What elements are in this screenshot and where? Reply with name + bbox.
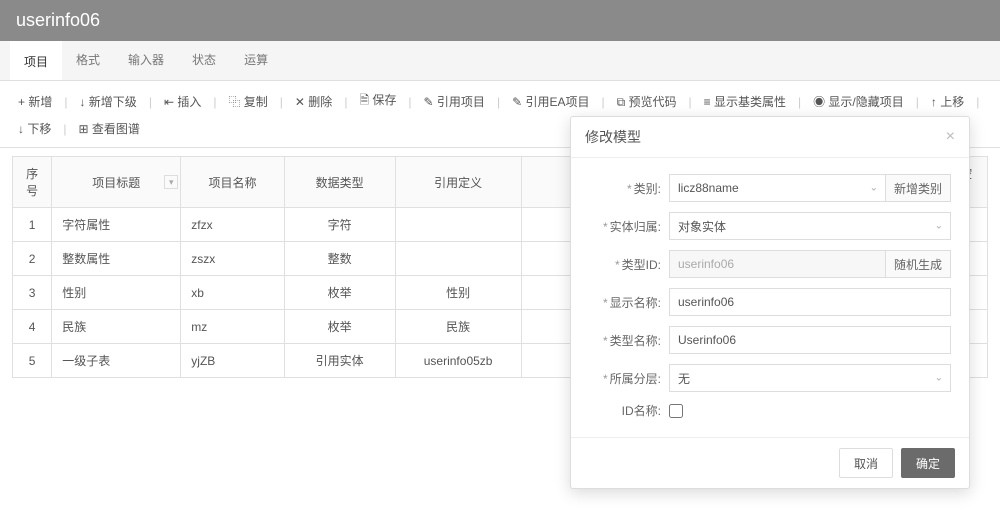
tab-0[interactable]: 项目 <box>10 41 62 80</box>
cell-name: yjZB <box>181 344 284 378</box>
idname-checkbox[interactable] <box>669 404 683 418</box>
cell-name: mz <box>181 310 284 344</box>
cell-seq: 1 <box>13 208 52 242</box>
tab-2[interactable]: 输入器 <box>114 41 178 80</box>
layer-select[interactable] <box>669 364 951 392</box>
add-category-button[interactable]: 新增类别 <box>886 174 951 202</box>
tab-1[interactable]: 格式 <box>62 41 114 80</box>
cell-name: xb <box>181 276 284 310</box>
edit-model-dialog: 修改模型 × *类别: ⌄ 新增类别 *实体归属: ⌄ *类型ID: <box>570 116 970 489</box>
toolbar-btn-10[interactable]: ◉ 显示/隐藏项目 <box>807 91 910 112</box>
close-icon[interactable]: × <box>946 128 955 146</box>
cell-ref <box>395 242 521 276</box>
cell-dtype: 引用实体 <box>284 344 395 378</box>
type-name-input[interactable] <box>669 326 951 354</box>
cell-ref: userinfo05zb <box>395 344 521 378</box>
dialog-body: *类别: ⌄ 新增类别 *实体归属: ⌄ *类型ID: 随机生成 <box>571 158 969 437</box>
col-title[interactable]: 项目标题 ▾ <box>52 157 181 208</box>
display-name-input[interactable] <box>669 288 951 316</box>
idname-label: ID名称: <box>589 402 669 419</box>
cell-ref <box>395 208 521 242</box>
toolbar-separator: | <box>147 95 154 109</box>
toolbar-btn-6[interactable]: ✎ 引用项目 <box>418 91 491 112</box>
toolbar-btn-1[interactable]: ↓ 新增下级 <box>73 91 142 112</box>
typeid-label: *类型ID: <box>589 256 669 273</box>
app-title: userinfo06 <box>16 10 100 30</box>
cell-dtype: 字符 <box>284 208 395 242</box>
toolbar-btn-11[interactable]: ↑ 上移 <box>925 91 970 112</box>
random-generate-button[interactable]: 随机生成 <box>886 250 951 278</box>
toolbar-btn-3[interactable]: ⿻ 复制 <box>222 91 273 112</box>
toolbar-separator: | <box>342 95 349 109</box>
col-seq[interactable]: 序号 <box>13 157 52 208</box>
cell-seq: 3 <box>13 276 52 310</box>
category-select[interactable] <box>669 174 886 202</box>
toolbar-separator: | <box>687 95 694 109</box>
dialog-header: 修改模型 × <box>571 117 969 158</box>
cancel-button[interactable]: 取消 <box>839 448 893 478</box>
cell-title[interactable]: 字符属性 <box>52 208 181 242</box>
cell-seq: 2 <box>13 242 52 276</box>
category-label: *类别: <box>589 180 669 197</box>
typeid-input <box>669 250 886 278</box>
toolbar-btn-4[interactable]: ✕ 删除 <box>289 91 338 112</box>
tab-4[interactable]: 运算 <box>230 41 282 80</box>
col-name[interactable]: 项目名称 <box>181 157 284 208</box>
toolbar-btn-9[interactable]: ≡ 显示基类属性 <box>698 91 792 112</box>
cell-seq: 4 <box>13 310 52 344</box>
typename-label: *类型名称: <box>589 332 669 349</box>
toolbar-btn-5[interactable]: 🗎 保存 <box>353 89 402 114</box>
cell-dtype: 枚举 <box>284 310 395 344</box>
cell-title[interactable]: 民族 <box>52 310 181 344</box>
toolbar-separator: | <box>62 95 69 109</box>
toolbar-separator: | <box>61 122 68 136</box>
tab-3[interactable]: 状态 <box>178 41 230 80</box>
app-header: userinfo06 <box>0 0 1000 41</box>
toolbar-btn-8[interactable]: ⧉ 预览代码 <box>611 91 683 112</box>
cell-name: zszx <box>181 242 284 276</box>
col-title-dropdown-icon[interactable]: ▾ <box>164 175 178 189</box>
main-tabs: 项目格式输入器状态运算 <box>0 41 1000 81</box>
toolbar-separator: | <box>974 95 981 109</box>
toolbar-separator: | <box>796 95 803 109</box>
cell-title[interactable]: 整数属性 <box>52 242 181 276</box>
col-ref[interactable]: 引用定义 <box>395 157 521 208</box>
cell-ref: 民族 <box>395 310 521 344</box>
dialog-title: 修改模型 <box>585 127 641 147</box>
toolbar-separator: | <box>495 95 502 109</box>
toolbar-separator: | <box>278 95 285 109</box>
toolbar-btn-0[interactable]: + 新增 <box>12 91 58 112</box>
toolbar-separator: | <box>914 95 921 109</box>
cell-ref: 性别 <box>395 276 521 310</box>
cell-title[interactable]: 性别 <box>52 276 181 310</box>
toolbar-separator: | <box>406 95 413 109</box>
col-dtype[interactable]: 数据类型 <box>284 157 395 208</box>
layer-label: *所属分层: <box>589 370 669 387</box>
toolbar-btn-7[interactable]: ✎ 引用EA项目 <box>506 91 595 112</box>
dialog-footer: 取消 确定 <box>571 437 969 488</box>
toolbar-separator: | <box>211 95 218 109</box>
display-label: *显示名称: <box>589 294 669 311</box>
entity-label: *实体归属: <box>589 218 669 235</box>
toolbar-btn-12[interactable]: ↓ 下移 <box>12 118 57 139</box>
cell-title[interactable]: 一级子表 <box>52 344 181 378</box>
entity-select[interactable] <box>669 212 951 240</box>
cell-dtype: 整数 <box>284 242 395 276</box>
cell-dtype: 枚举 <box>284 276 395 310</box>
toolbar-btn-2[interactable]: ⇤ 插入 <box>158 91 207 112</box>
ok-button[interactable]: 确定 <box>901 448 955 478</box>
cell-name: zfzx <box>181 208 284 242</box>
toolbar-btn-13[interactable]: ⊞ 查看图谱 <box>72 118 145 139</box>
cell-seq: 5 <box>13 344 52 378</box>
toolbar-separator: | <box>599 95 606 109</box>
